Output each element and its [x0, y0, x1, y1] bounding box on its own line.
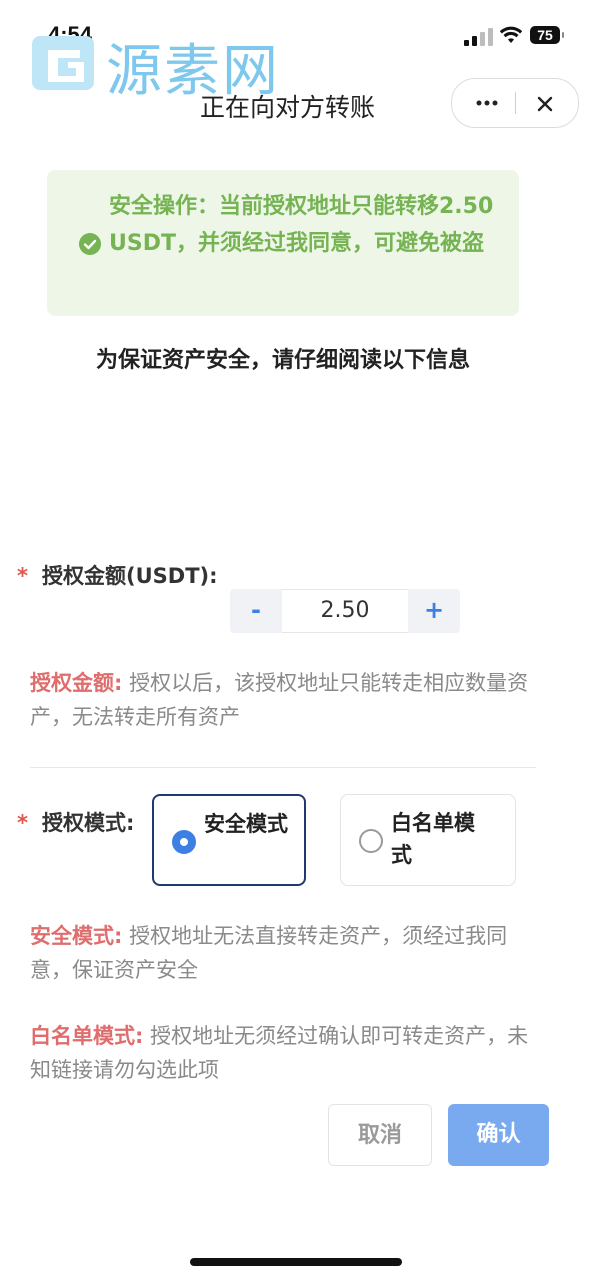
close-icon[interactable]	[532, 91, 558, 117]
required-mark: *	[17, 564, 28, 588]
amount-description: 授权金额: 授权以后，该授权地址只能转走相应数量资产，无法转走所有资产	[30, 666, 530, 734]
mode-label: * 授权模式:	[17, 806, 137, 840]
amount-label: * 授权金额(USDT):	[17, 560, 218, 590]
white-desc-key: 白名单模式:	[30, 1024, 144, 1048]
safe-mode-description: 安全模式: 授权地址无法直接转走资产，须经过我同意，保证资产安全	[30, 919, 530, 987]
amount-stepper: - 2.50 +	[230, 589, 460, 633]
amount-input[interactable]: 2.50	[282, 589, 408, 633]
more-icon[interactable]	[472, 89, 502, 117]
mini-program-capsule	[451, 78, 579, 128]
safe-mode-label: 安全模式	[204, 812, 288, 836]
increment-button[interactable]: +	[408, 589, 460, 633]
amount-desc-key: 授权金额:	[30, 671, 123, 695]
safe-mode-option[interactable]: 安全模式	[152, 794, 306, 886]
page-title: 正在向对方转账	[200, 93, 376, 122]
whitelist-mode-description: 白名单模式: 授权地址无须经过确认即可转走资产，未知链接请勿勾选此项	[30, 1019, 530, 1087]
security-notice: 安全操作：当前授权地址只能转移2.50 USDT，并须经过我同意，可避免被盗	[47, 170, 519, 316]
safe-mode-radio[interactable]	[172, 830, 196, 854]
page: 4:54 75 源素网 正在向对方转账 安全操作：当前授权地址只能转移2.50 …	[0, 0, 591, 1280]
decrement-button[interactable]: -	[230, 589, 282, 633]
section-subtitle: 为保证资产安全，请仔细阅读以下信息	[95, 348, 470, 373]
mode-label-text: 授权模式:	[41, 811, 135, 835]
wifi-icon	[499, 26, 523, 43]
whitelist-mode-option[interactable]: 白名单模式	[340, 794, 516, 886]
battery-icon: 75	[530, 26, 564, 44]
safe-desc-key: 安全模式:	[30, 924, 123, 948]
divider	[30, 767, 536, 768]
confirm-button[interactable]: 确认	[448, 1104, 549, 1166]
check-circle-icon	[79, 233, 101, 255]
whitelist-mode-radio[interactable]	[359, 829, 383, 853]
cancel-button[interactable]: 取消	[328, 1104, 432, 1166]
whitelist-mode-label: 白名单模式	[391, 811, 475, 867]
home-indicator	[190, 1258, 402, 1266]
amount-label-text: 授权金额(USDT):	[41, 564, 218, 588]
required-mark: *	[17, 811, 28, 835]
signal-icon	[464, 28, 493, 46]
capsule-divider	[515, 92, 516, 114]
watermark-logo	[32, 36, 94, 90]
notice-text: 安全操作：当前授权地址只能转移2.50 USDT，并须经过我同意，可避免被盗	[109, 194, 494, 256]
